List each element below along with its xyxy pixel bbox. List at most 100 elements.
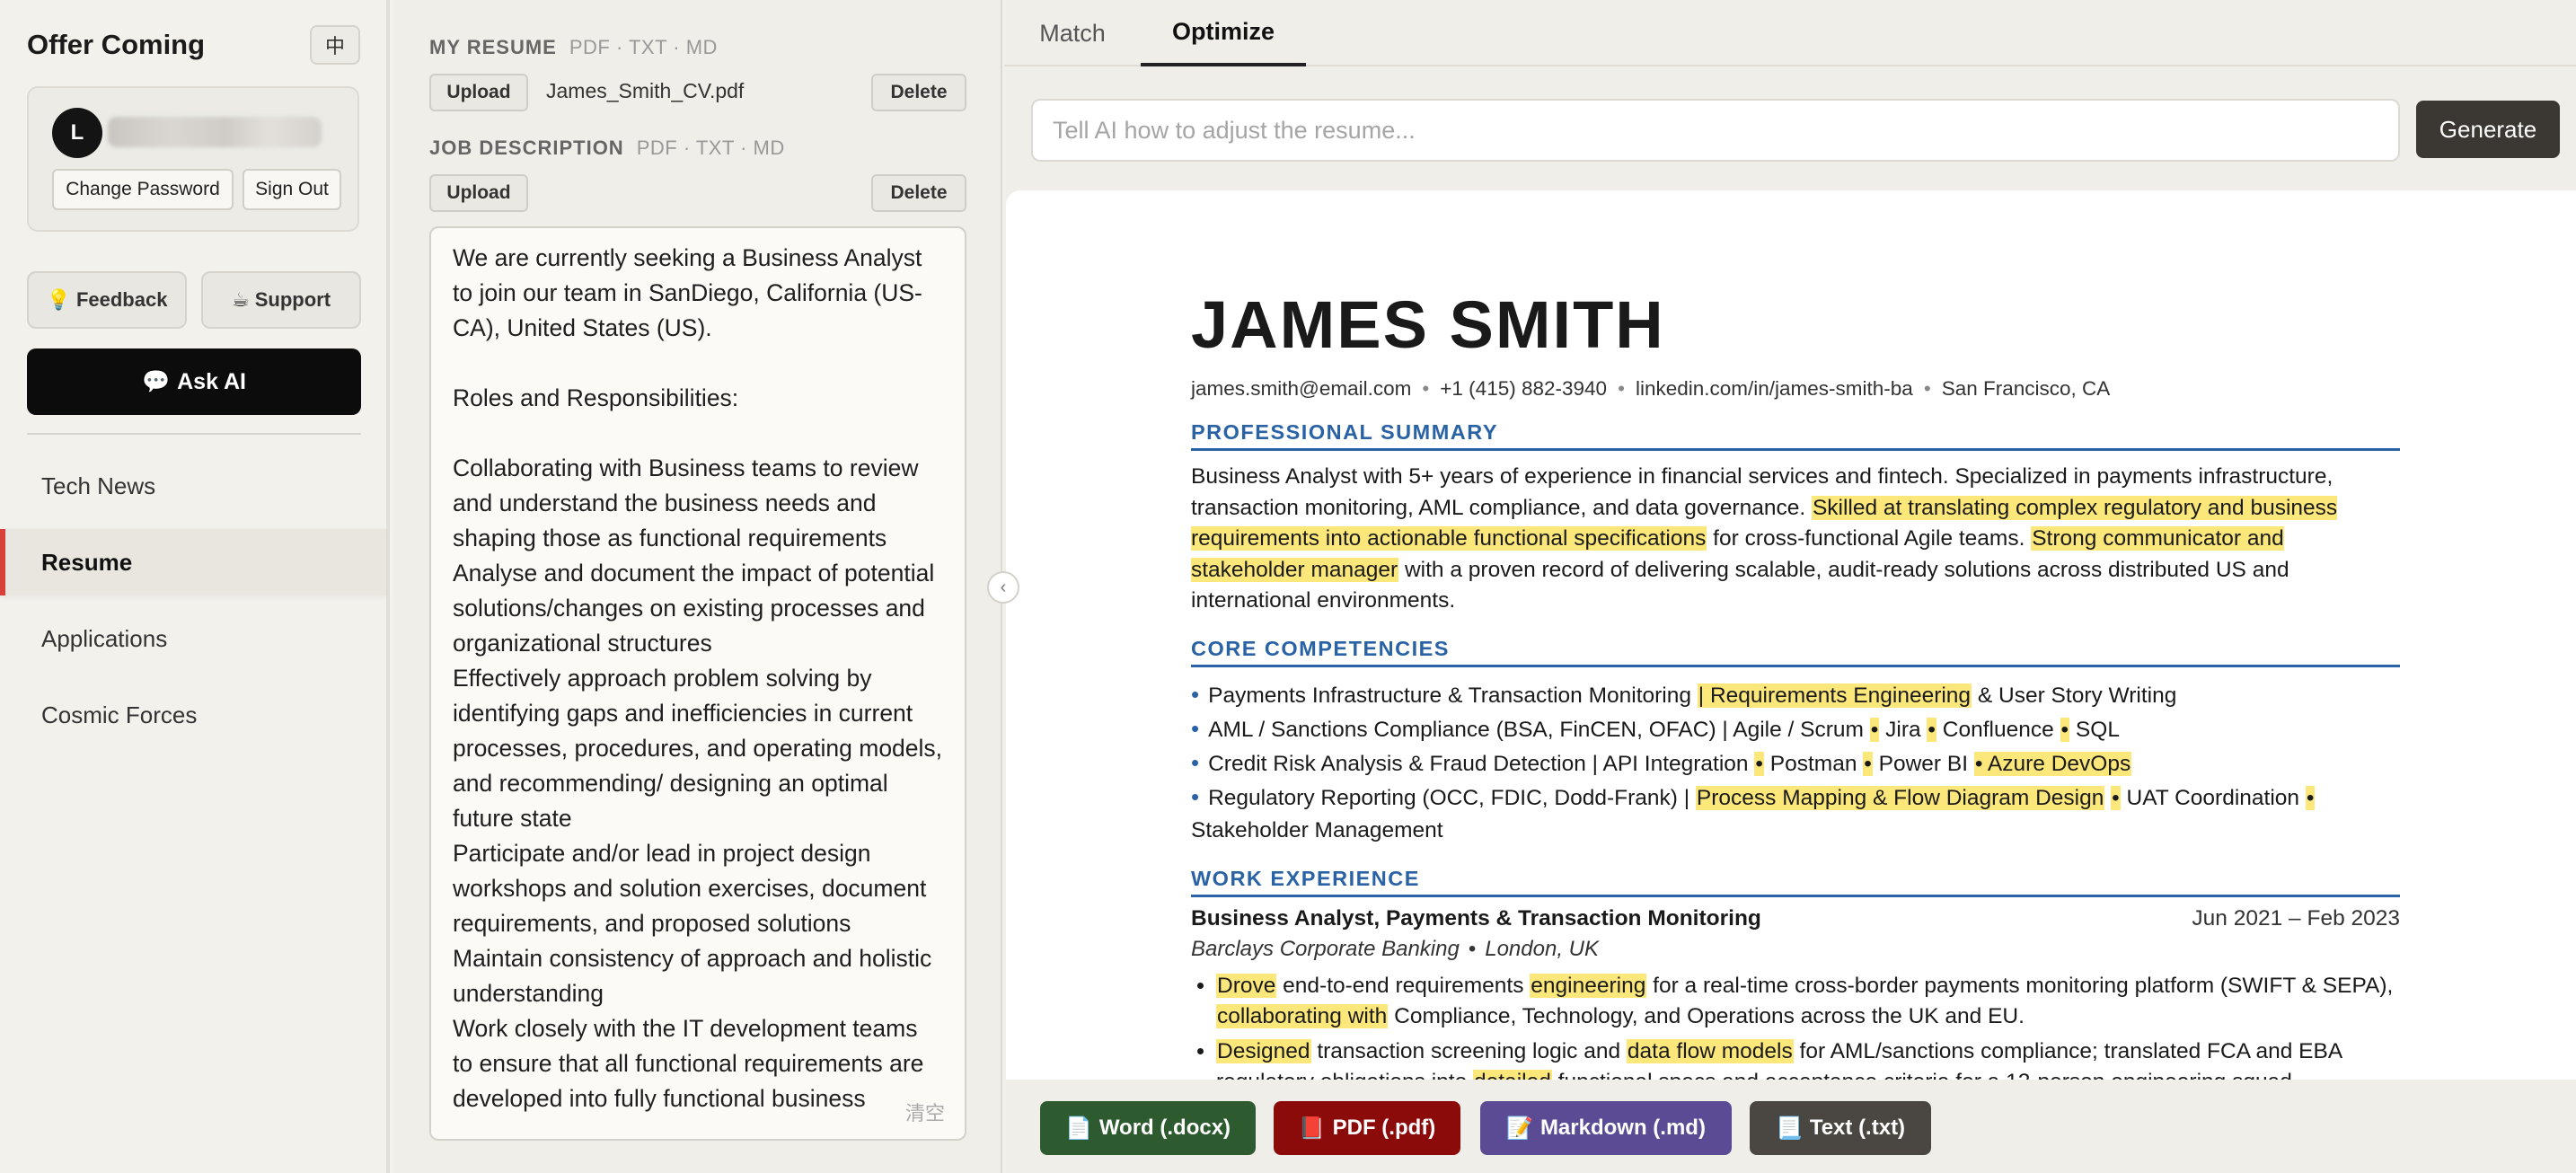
- change-password-button[interactable]: Change Password: [52, 169, 234, 210]
- text-segment: SQL: [2069, 717, 2120, 742]
- highlighted-text: •: [1869, 717, 1880, 742]
- resume-delete-button[interactable]: Delete: [871, 74, 966, 111]
- text-segment: Stakeholder Management: [1191, 817, 1443, 842]
- my-resume-title: MY RESUME: [429, 36, 557, 58]
- job-bullet: Drove end-to-end requirements engineerin…: [1216, 971, 2400, 1033]
- job-description-formats: PDF · TXT · MD: [636, 137, 785, 159]
- sidebar-item-cosmic-forces[interactable]: Cosmic Forces: [0, 682, 386, 748]
- highlighted-text: •: [1754, 751, 1764, 776]
- sign-out-button[interactable]: Sign Out: [243, 169, 341, 210]
- resume-inputs-panel: MY RESUME PDF · TXT · MD Upload James_Smi…: [393, 0, 1002, 1173]
- tab-match[interactable]: Match: [1004, 0, 1141, 66]
- contact-separator: •: [1422, 377, 1430, 400]
- my-resume-formats: PDF · TXT · MD: [569, 36, 718, 58]
- highlighted-text: • Azure DevOps: [1973, 751, 2132, 776]
- jd-delete-button[interactable]: Delete: [871, 174, 966, 212]
- resume-file-name: James_Smith_CV.pdf: [546, 79, 745, 102]
- user-name-redacted: [108, 117, 322, 147]
- resume-document: JAMES SMITH james.smith@email.com • +1 (41…: [1191, 289, 2400, 1080]
- job-description-heading: JOB DESCRIPTION PDF · TXT · MD: [429, 137, 785, 160]
- export-text-button[interactable]: 📃 Text (.txt): [1750, 1101, 1931, 1155]
- sidebar-item-applications[interactable]: Applications: [0, 605, 386, 672]
- generate-button[interactable]: Generate: [2416, 101, 2560, 158]
- feedback-button[interactable]: 💡 Feedback: [27, 271, 187, 329]
- export-pdf-label: PDF (.pdf): [1332, 1116, 1436, 1140]
- experience-heading: WORK EXPERIENCE: [1191, 867, 2400, 897]
- competencies-list: Payments Infrastructure & Transaction Mo…: [1191, 678, 2400, 847]
- export-markdown-label: Markdown (.md): [1539, 1116, 1706, 1140]
- export-markdown-button[interactable]: 📝 Markdown (.md): [1480, 1101, 1732, 1155]
- highlighted-text: •: [1863, 751, 1873, 776]
- job-bullet: Designed transaction screening logic and…: [1216, 1036, 2400, 1080]
- job-description-textarea[interactable]: We are currently seeking a Business Anal…: [429, 226, 966, 1141]
- summary-heading: PROFESSIONAL SUMMARY: [1191, 420, 2400, 451]
- export-word-label: Word (.docx): [1098, 1116, 1231, 1140]
- highlighted-text: •: [1927, 717, 1936, 742]
- text-segment: Compliance, Technology, and Operations a…: [1388, 1004, 2025, 1028]
- avatar: L: [52, 108, 102, 158]
- resume-preview: JAMES SMITH james.smith@email.com • +1 (41…: [1006, 190, 2576, 1080]
- highlighted-text: •: [2111, 785, 2121, 810]
- contact-location: San Francisco, CA: [1941, 377, 2111, 400]
- main-panel: Match Optimize Generate JAMES SMITH jame…: [1004, 0, 2576, 1173]
- ask-ai-label: Ask AI: [177, 368, 247, 394]
- highlighted-text: data flow models: [1626, 1038, 1794, 1063]
- support-button[interactable]: ☕ Support: [201, 271, 361, 329]
- text-segment: for a real-time cross-border payments mo…: [1646, 973, 2394, 998]
- highlighted-text: Designed: [1216, 1038, 1311, 1063]
- pdf-icon: 📕: [1298, 1116, 1326, 1141]
- highlighted-text: engineering: [1530, 973, 1647, 998]
- speech-bubble-icon: 💬: [141, 368, 171, 394]
- collapse-panel-button[interactable]: ‹: [987, 571, 1019, 604]
- app-brand: Offer Coming: [27, 29, 206, 60]
- competency-item: Credit Risk Analysis & Fraud Detection |…: [1191, 746, 2400, 781]
- competency-item: Regulatory Reporting (OCC, FDIC, Dodd-Fr…: [1191, 781, 2400, 847]
- ask-ai-button[interactable]: 💬 Ask AI: [27, 348, 361, 415]
- contact-separator: •: [1618, 377, 1625, 400]
- chevron-left-icon: ‹: [1000, 577, 1007, 597]
- export-bar: 📄 Word (.docx) 📕 PDF (.pdf) 📝 Markdown (…: [1004, 1080, 2576, 1173]
- highlighted-text: Process Mapping & Flow Diagram Design: [1695, 785, 2105, 810]
- resume-upload-button[interactable]: Upload: [429, 74, 528, 111]
- text-segment: Jira: [1879, 717, 1928, 742]
- job-dates: Jun 2021 – Feb 2023: [2192, 905, 2400, 930]
- highlighted-text: Drove: [1216, 973, 1277, 998]
- text-segment: Credit Risk Analysis & Fraud Detection |…: [1208, 751, 1755, 776]
- tab-optimize[interactable]: Optimize: [1141, 0, 1306, 66]
- highlighted-text: collaborating with: [1216, 1004, 1389, 1028]
- job-header: Business Analyst, Payments & Transaction…: [1191, 906, 2400, 931]
- lightbulb-icon: 💡: [46, 288, 71, 311]
- highlighted-text: •: [2060, 717, 2070, 742]
- sidebar: Offer Coming 中 L Change Password Sign Ou…: [0, 0, 390, 1173]
- resume-name: JAMES SMITH: [1191, 287, 1665, 362]
- text-segment: UAT Coordination: [2120, 785, 2306, 810]
- support-label: Support: [254, 288, 331, 311]
- language-toggle-button[interactable]: 中: [310, 25, 360, 65]
- tab-bar: Match Optimize: [1004, 0, 2576, 66]
- clear-button[interactable]: 清空: [905, 1098, 945, 1126]
- highlighted-text: | Requirements Engineering: [1697, 683, 1972, 708]
- export-word-button[interactable]: 📄 Word (.docx): [1040, 1101, 1256, 1155]
- job-description-title: JOB DESCRIPTION: [429, 137, 624, 159]
- job-company-separator: •: [1468, 936, 1477, 961]
- highlighted-text: detailed: [1473, 1070, 1552, 1080]
- sidebar-divider: [27, 433, 361, 435]
- ai-prompt-input[interactable]: [1031, 99, 2400, 162]
- text-segment: Power BI: [1872, 751, 1974, 776]
- document-icon: 📄: [1064, 1116, 1092, 1141]
- highlighted-text: •: [2305, 785, 2316, 810]
- contact-email: james.smith@email.com: [1191, 377, 1412, 400]
- export-pdf-button[interactable]: 📕 PDF (.pdf): [1274, 1101, 1460, 1155]
- job-title: Business Analyst, Payments & Transaction…: [1191, 905, 1761, 930]
- contact-separator: •: [1923, 377, 1931, 400]
- summary-text: Business Analyst with 5+ years of experi…: [1191, 462, 2400, 617]
- job-description-text[interactable]: We are currently seeking a Business Anal…: [431, 228, 965, 1129]
- sidebar-item-resume[interactable]: Resume: [0, 529, 386, 595]
- text-segment: & User Story Writing: [1972, 683, 2177, 708]
- text-segment: Confluence: [1936, 717, 2060, 742]
- jd-upload-button[interactable]: Upload: [429, 174, 528, 212]
- sidebar-item-tech-news[interactable]: Tech News: [0, 453, 386, 519]
- feedback-label: Feedback: [75, 288, 168, 311]
- coffee-icon: ☕: [231, 288, 250, 311]
- text-segment: transaction screening logic and: [1310, 1038, 1627, 1063]
